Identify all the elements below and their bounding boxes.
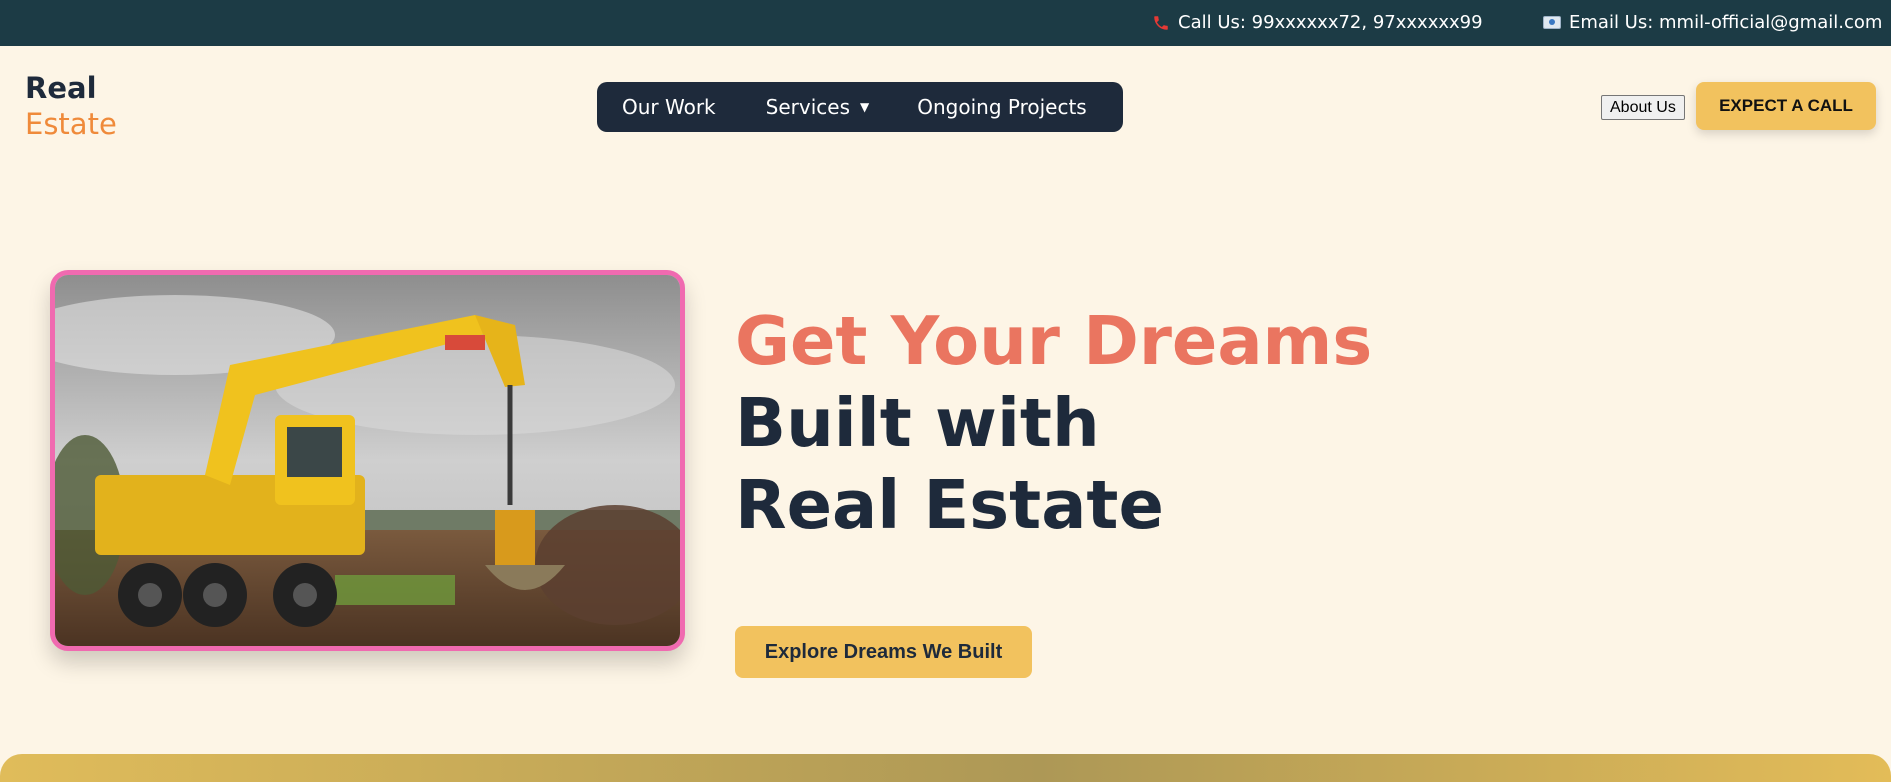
excavator-illustration: [55, 275, 680, 646]
nav-our-work[interactable]: Our Work: [622, 95, 716, 119]
email-icon: [1543, 16, 1561, 29]
main-nav: Our Work Services ▼ Ongoing Projects: [597, 82, 1123, 132]
nav-ongoing-projects[interactable]: Ongoing Projects: [917, 95, 1086, 119]
email-contact[interactable]: Email Us: mmil-official@gmail.com: [1543, 12, 1882, 33]
nav-services-dropdown[interactable]: Services ▼: [766, 95, 870, 119]
top-contact-bar: Call Us: 99xxxxxx72, 97xxxxxx99 Email Us…: [0, 0, 1891, 46]
site-logo[interactable]: Real Estate: [25, 70, 117, 142]
logo-line1: Real: [25, 71, 97, 105]
expect-a-call-button[interactable]: EXPECT A CALL: [1696, 82, 1876, 130]
phone-contact[interactable]: Call Us: 99xxxxxx72, 97xxxxxx99: [1152, 12, 1483, 33]
hero-headline: Get Your Dreams Built with Real Estate: [735, 300, 1372, 546]
phone-icon: [1152, 14, 1170, 32]
email-text: Email Us: mmil-official@gmail.com: [1569, 12, 1883, 33]
bottom-section-band: [0, 754, 1891, 782]
hero-line2: Built with: [735, 384, 1100, 462]
excavator-photo: [50, 270, 685, 651]
hero-line3: Real Estate: [735, 466, 1164, 544]
phone-text: Call Us: 99xxxxxx72, 97xxxxxx99: [1178, 12, 1483, 33]
about-us-button[interactable]: About Us: [1601, 95, 1685, 120]
chevron-down-icon: ▼: [860, 100, 870, 114]
nav-services-label: Services: [765, 95, 850, 119]
explore-dreams-button[interactable]: Explore Dreams We Built: [735, 626, 1032, 678]
logo-line2: Estate: [25, 107, 117, 141]
hero-line1: Get Your Dreams: [735, 302, 1373, 380]
